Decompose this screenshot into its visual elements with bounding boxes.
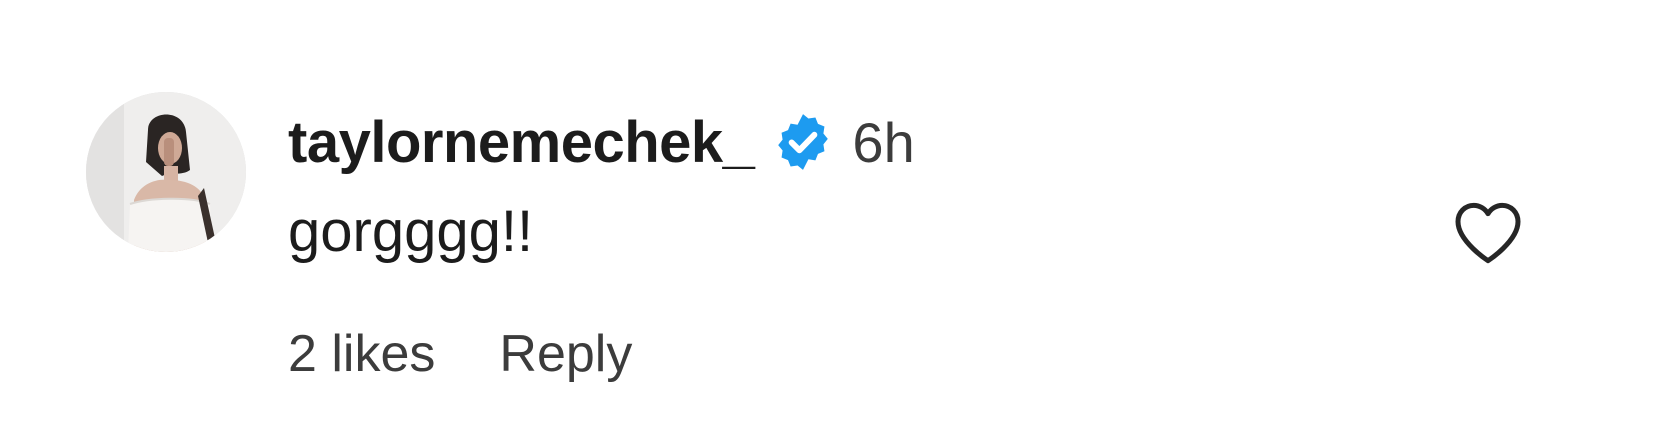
avatar[interactable] (86, 92, 246, 252)
comment-text: gorgggg!! (288, 199, 534, 264)
username-link[interactable]: taylornemechek_ (288, 109, 755, 176)
comment-actions: 2 likes Reply (288, 324, 632, 384)
comment-timestamp: 6h (852, 110, 915, 174)
comment-item: taylornemechek_ 6h gorgggg!! 2 likes Rep… (0, 0, 1680, 444)
likes-count[interactable]: 2 likes (288, 324, 435, 384)
reply-button[interactable]: Reply (499, 324, 632, 384)
comment-header: taylornemechek_ 6h (288, 106, 915, 178)
verified-badge-icon (772, 111, 834, 173)
avatar-photo (86, 92, 246, 252)
heart-outline-icon[interactable] (1448, 192, 1528, 272)
